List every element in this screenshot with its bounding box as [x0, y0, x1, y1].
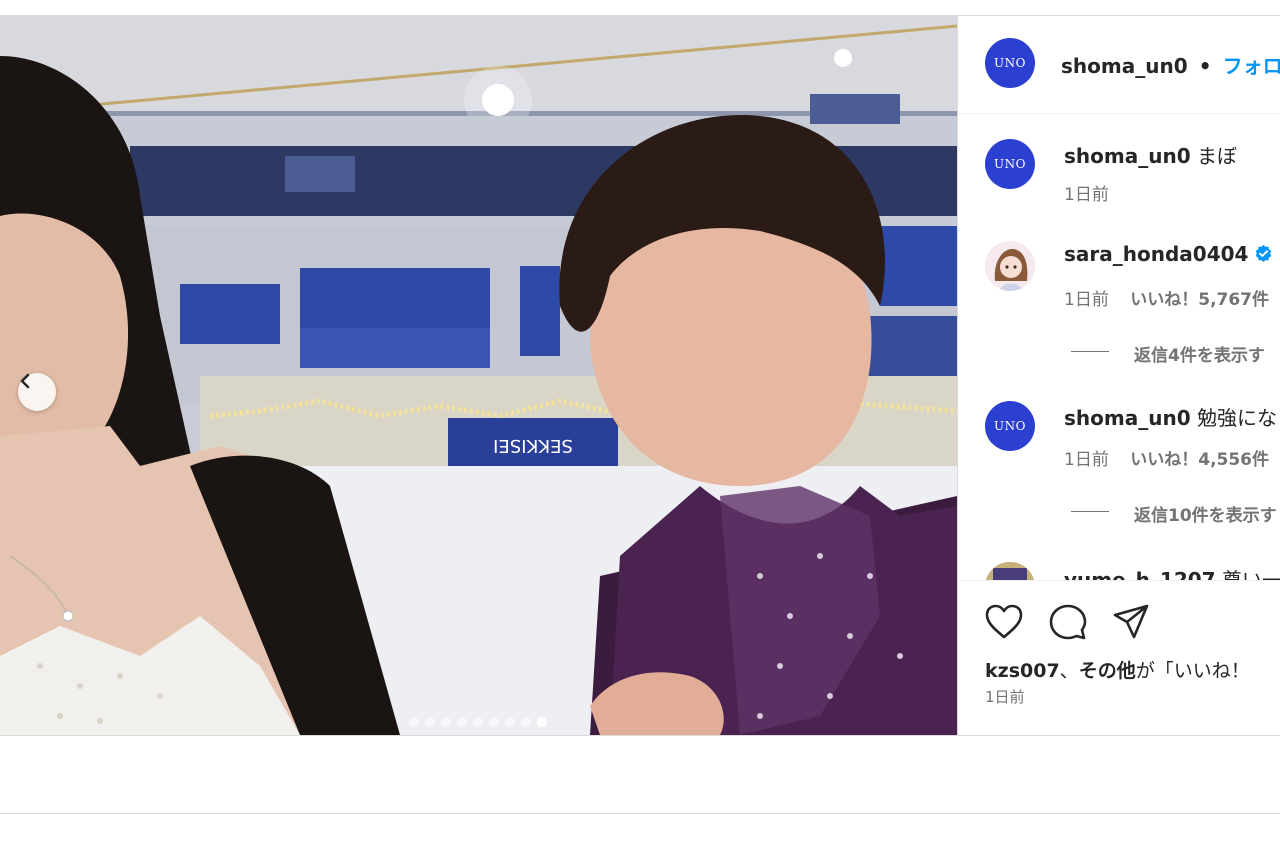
reply-divider	[1071, 511, 1109, 512]
comment-body: shoma_un0 まぼ	[1064, 140, 1237, 169]
carousel-dot	[457, 717, 467, 727]
carousel-dot	[473, 717, 483, 727]
avatar-illustration	[985, 241, 1035, 291]
author-username[interactable]: shoma_un0	[1061, 54, 1188, 78]
view-replies-button[interactable]: 返信4件を表示す	[1134, 341, 1265, 366]
carousel-indicator	[409, 717, 547, 727]
like-button[interactable]	[985, 604, 1023, 644]
share-button[interactable]	[1113, 604, 1149, 644]
header-title: shoma_un0 • フォロ	[1061, 50, 1280, 79]
comment-body: shoma_un0 勉強にな	[1064, 402, 1277, 431]
comment-clip: yume_h_1207 尊い一	[958, 556, 1280, 580]
carousel-dot	[489, 717, 499, 727]
liked-by: kzs007、その他が「いいね！	[985, 656, 1250, 683]
actions-divider	[958, 580, 1280, 581]
avatar-illustration	[985, 562, 1035, 580]
comment-avatar[interactable]: UNO	[985, 139, 1035, 189]
verified-badge-icon	[1256, 244, 1272, 263]
post-time: 1日前	[985, 688, 1025, 706]
comment-button[interactable]	[1049, 603, 1087, 645]
carousel-dot	[521, 717, 531, 727]
comment-body: yume_h_1207 尊い一	[1064, 564, 1280, 580]
carousel-dot	[537, 717, 547, 727]
carousel-prev-button[interactable]	[18, 373, 56, 411]
comment-username[interactable]: shoma_un0	[1064, 144, 1191, 168]
comment-likes[interactable]: いいね！4,556件	[1130, 450, 1269, 470]
bottom-divider	[0, 735, 1280, 736]
post-sidebar: UNO shoma_un0 • フォロ UNO shoma_un0 まぼ 1日前…	[957, 16, 1280, 735]
comment-text: 尊い一	[1221, 568, 1280, 580]
comment-meta: 1日前 いいね！5,767件	[1064, 285, 1269, 310]
liked-by-suffix: 、	[1059, 660, 1079, 682]
liked-by-user[interactable]: kzs007	[985, 660, 1060, 682]
carousel-dot	[441, 717, 451, 727]
photo-illustration: SEKKISEI	[0, 16, 957, 735]
avatar-text: UNO	[994, 419, 1026, 433]
svg-text:SEKKISEI: SEKKISEI	[493, 435, 573, 456]
comment-meta: 1日前 いいね！4,556件	[1064, 445, 1269, 470]
view-replies-button[interactable]: 返信10件を表示す	[1134, 501, 1277, 526]
liked-by-tail: が「いいね！	[1135, 660, 1250, 682]
liked-by-others[interactable]: その他	[1079, 660, 1136, 682]
post-header: UNO shoma_un0 • フォロ	[958, 16, 1280, 114]
heart-icon	[985, 604, 1023, 639]
post-photo[interactable]: SEKKISEI	[0, 16, 957, 735]
page-footer-divider	[0, 813, 1280, 814]
avatar-text: UNO	[994, 157, 1026, 171]
author-avatar[interactable]: UNO	[985, 38, 1035, 88]
comment-body: sara_honda0404	[1064, 242, 1273, 266]
carousel-dot	[425, 717, 435, 727]
comment-time: 1日前	[1064, 290, 1109, 310]
comment-username[interactable]: shoma_un0	[1064, 406, 1191, 430]
comment-avatar[interactable]	[985, 562, 1035, 580]
comment-icon	[1049, 604, 1087, 640]
comment-time: 1日前	[1064, 185, 1109, 205]
comment-username[interactable]: sara_honda0404	[1064, 242, 1248, 266]
comment-likes[interactable]: いいね！5,767件	[1130, 290, 1269, 310]
comment-username[interactable]: yume_h_1207	[1064, 568, 1216, 580]
follow-button[interactable]: フォロ	[1223, 54, 1280, 78]
header-separator: •	[1198, 54, 1212, 78]
avatar-text: UNO	[994, 56, 1026, 70]
carousel-dot	[409, 717, 419, 727]
comment-time: 1日前	[1064, 450, 1109, 470]
carousel-dot	[505, 717, 515, 727]
comment-text: まぼ	[1196, 144, 1237, 168]
reply-divider	[1071, 351, 1109, 352]
comment-avatar[interactable]: UNO	[985, 401, 1035, 451]
chevron-left-icon	[20, 373, 30, 389]
comment-avatar[interactable]	[985, 241, 1035, 291]
send-icon	[1113, 604, 1149, 639]
comment-text: 勉強にな	[1196, 406, 1277, 430]
